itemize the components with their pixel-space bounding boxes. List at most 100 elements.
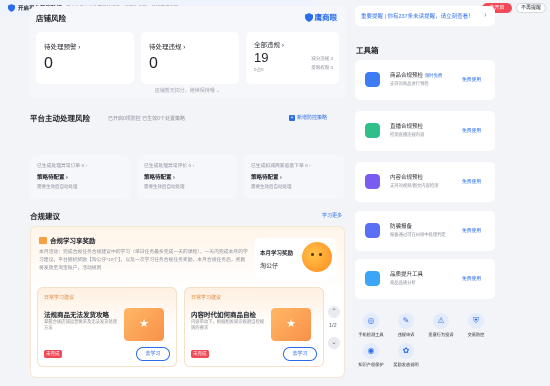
reward-title: 本月学习奖励 <box>260 251 294 257</box>
all-violations-value: 19 <box>254 50 269 65</box>
shortcut-label: 违规申诉 <box>397 332 415 337</box>
toolbox-title: 工具箱 <box>356 46 379 55</box>
notice-text: 重要提醒 | 你有237条未读提醒，请立刻查看！ <box>361 14 474 20</box>
tool-name: 品质提升工具 <box>390 272 424 278</box>
reward-icon: ✿ <box>398 343 414 359</box>
compliance-card-title: 合规学习享奖励 <box>39 235 96 245</box>
tool-free-link[interactable]: 免费使用 <box>462 76 481 83</box>
shield-check-icon <box>8 4 15 12</box>
tool-name: 直播合规预检 <box>390 124 424 130</box>
shortcut-trade-protect[interactable]: ⛨ 交易防控 <box>461 313 491 338</box>
shortcut-reward[interactable]: ✿ 奖励发放说明 <box>391 343 421 368</box>
strategy-box-status: 策略待配置 › <box>251 175 282 181</box>
mascot-icon <box>302 242 332 272</box>
compliance-card-text: 本月活动：完成合规任务合规建议中的学习（单日任务最多完成一天的课程），一天内完成… <box>39 250 248 271</box>
shop-risk-title: 店铺风险 <box>36 14 66 23</box>
tool-product-check[interactable]: 商品合规预检 限时免费 支持对商品进行预检 免费使用 <box>355 60 495 100</box>
product-check-icon <box>365 72 380 87</box>
lesson-thumbnail: ★ <box>124 308 164 341</box>
lesson-thumbnail: ★ <box>271 308 311 341</box>
star-icon: ★ <box>139 318 149 330</box>
go-learn-button[interactable]: 去学习 <box>136 347 170 361</box>
handling-violations-box[interactable]: 待处理违规 › 0 <box>141 32 239 84</box>
tool-quality[interactable]: 品质提升工具 商品品质分析 免费使用 <box>355 259 495 299</box>
shortcut-ip[interactable]: ◉ 知识产权保护 <box>356 343 386 368</box>
all-violations-label: 全部违规 › <box>254 42 284 49</box>
tool-desc: 支持对视频/图文内容检测 <box>390 183 439 188</box>
go-learn-button[interactable]: 去学习 <box>283 347 317 361</box>
deduct-violations: 减分违规 3 <box>311 56 333 61</box>
risk-note[interactable]: 店铺暂无扣分，继续保持哦 ⌄ <box>30 87 345 94</box>
tool-free-link[interactable]: 免费使用 <box>462 178 481 185</box>
reward-box: 本月学习奖励 淘公仔 <box>254 238 336 278</box>
lesson-title: 内容时代如何商品自检 <box>191 312 256 319</box>
pending-violations-box[interactable]: 待处理预警 › 0 <box>36 32 134 84</box>
strategy-box-label: 已生成处理异常订单 0 › <box>37 164 88 169</box>
learn-more-link[interactable]: 学习更多 <box>322 212 342 219</box>
handling-violations-label: 待处理违规 › <box>149 44 186 51</box>
ip-protect-icon: ◉ <box>363 343 379 359</box>
pending-violations-label: 待处理预警 › <box>44 44 81 51</box>
shield-icon <box>304 13 313 22</box>
chevron-right-icon[interactable]: › <box>484 10 487 19</box>
tool-content-check[interactable]: 内容合规预检 支持对视频/图文内容检测 免费使用 <box>355 162 495 202</box>
star-icon: ★ <box>286 318 296 330</box>
shortcut-label: 手机检测工具 <box>358 332 384 337</box>
tool-free-link[interactable]: 免费使用 <box>462 275 481 282</box>
gift-icon <box>39 237 47 244</box>
plus-icon: + <box>289 114 295 121</box>
handling-violations-value: 0 <box>149 55 158 72</box>
tool-live-check[interactable]: 直播合规预检 检测直播违规内容 免费使用 <box>355 111 495 151</box>
dismiss-button[interactable]: 不再提醒 <box>516 3 546 13</box>
compliance-title: 合规建议 <box>30 212 60 221</box>
strategy-box-reviews[interactable]: 已生成处理异常评价 0 › 策略待配置 › 需要生效后自动处理 <box>137 155 237 199</box>
lesson-tag: 日常学习建议 <box>191 295 222 301</box>
shortcut-complaint[interactable]: ⚠ 恶意行为投诉 <box>426 313 456 338</box>
tool-desc: 报备通过可在纠纷中处理判定 <box>390 232 446 237</box>
shortcut-label: 恶意行为投诉 <box>428 332 454 337</box>
strategy-box-desc: 需要生效后自动处理 <box>144 184 185 189</box>
diamond-icon <box>365 271 380 286</box>
lesson-desc: 掌握合规店铺运营要求及无法发货处理方法 <box>44 319 118 330</box>
page-up-button[interactable]: ⌃ <box>328 306 340 318</box>
shortcut-phone-check[interactable]: ◎ 手机检测工具 <box>356 313 386 338</box>
shortcut-label: 交易防控 <box>467 332 485 337</box>
content-check-icon <box>365 174 380 189</box>
reward-item: 淘公仔 <box>260 264 279 270</box>
tool-free-link[interactable]: 免费使用 <box>462 227 481 234</box>
restricted-permissions: 受限权限 0 <box>311 65 333 70</box>
live-check-icon <box>365 123 380 138</box>
strategy-box-label: 已生成处理异常评价 0 › <box>144 164 195 169</box>
lesson-desc: 内容带动下，根据相关知识规避自检规则的要求 <box>191 319 265 330</box>
incomplete-badge: 未完成 <box>44 350 62 358</box>
lesson-tag: 日常学习建议 <box>44 295 75 301</box>
brand-logo: 鹰商眼 <box>304 12 338 23</box>
incomplete-badge: 未完成 <box>191 350 209 358</box>
tool-anti-fraud[interactable]: 防骗报备 报备通过可在纠纷中处理判定 免费使用 <box>355 211 495 251</box>
tool-desc: 检测直播违规内容 <box>390 132 425 137</box>
tool-desc: 支持对商品进行预检 <box>390 81 429 86</box>
appeal-icon: ✎ <box>398 313 414 329</box>
tool-name: 商品合规预检 限时免费 <box>390 73 443 79</box>
pending-violations-value: 0 <box>44 55 53 72</box>
all-violations-box[interactable]: 全部违规 › 19 0占0 减分违规 3 受限权限 0 <box>246 32 339 84</box>
strategy-box-orders[interactable]: 已生成处理异常订单 0 › 策略待配置 › 需要生效后自动处理 <box>30 155 130 199</box>
brand-name: 鹰商眼 <box>314 13 338 22</box>
lesson-card-2[interactable]: 日常学习建议 内容时代如何商品自检 内容带动下，根据相关知识规避自检规则的要求 … <box>184 287 324 367</box>
strategy-box-label: 已生成扣减商家恶意下单 0 › <box>251 164 311 169</box>
warning-icon: ⚠ <box>433 313 449 329</box>
lesson-title: 法规商品无法发货攻略 <box>44 312 109 319</box>
platform-risk-subtitle: 已开启0项防控 已生效0个处置策略 <box>108 116 185 122</box>
strategy-box-status: 策略待配置 › <box>144 175 175 181</box>
tool-free-link[interactable]: 免费使用 <box>462 127 481 134</box>
shortcut-appeal[interactable]: ✎ 违规申诉 <box>391 313 421 338</box>
phone-check-icon: ◎ <box>363 313 379 329</box>
tool-name: 内容合规预检 <box>390 175 424 181</box>
new-strategy-link[interactable]: + 新增防控策略 <box>289 114 327 121</box>
important-notice[interactable]: 重要提醒 | 你有237条未读提醒，请立刻查看！ <box>355 6 495 26</box>
page-down-button[interactable]: ⌄ <box>328 337 340 349</box>
strategy-box-malicious[interactable]: 已生成扣减商家恶意下单 0 › 策略待配置 › 需要生效后自动处理 <box>244 155 344 199</box>
shield-icon: ⛨ <box>468 313 484 329</box>
compliance-card: 合规学习享奖励 本月活动：完成合规任务合规建议中的学习（单日任务最多完成一天的课… <box>30 226 345 378</box>
lesson-card-1[interactable]: 日常学习建议 法规商品无法发货攻略 掌握合规店铺运营要求及无法发货处理方法 ★ … <box>37 287 177 367</box>
